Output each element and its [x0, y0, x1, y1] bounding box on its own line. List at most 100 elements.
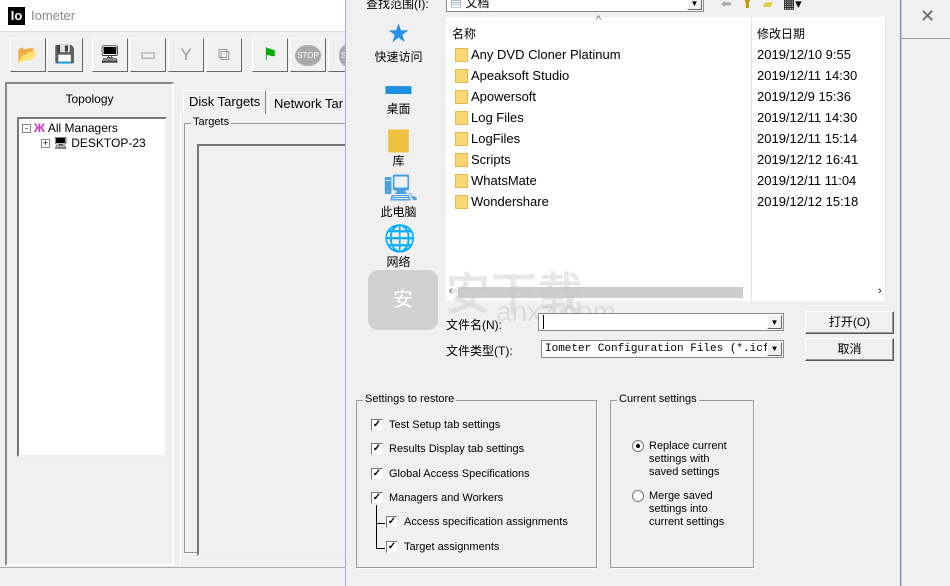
topology-tree[interactable]: - Ж All Managers + 🖥 DESKTOP-23	[17, 117, 167, 457]
checkbox-label: Managers and Workers	[389, 492, 504, 504]
up-folder-icon[interactable]: ⬆	[742, 0, 753, 12]
file-row[interactable]: Apeaksoft Studio 2019/12/11 14:30	[446, 65, 886, 86]
duplicate-worker-button[interactable]: ⧉	[206, 38, 242, 72]
targets-list[interactable]	[197, 144, 357, 556]
file-name: Log Files	[471, 110, 524, 125]
targets-legend: Targets	[191, 116, 232, 128]
file-date: 2019/12/12 16:41	[757, 152, 859, 167]
radio-label: Replace current settings with saved sett…	[649, 440, 727, 478]
document-icon: ▤	[450, 0, 463, 10]
file-name: Scripts	[471, 152, 511, 167]
chevron-down-icon[interactable]: ▼	[687, 0, 702, 10]
file-row[interactable]: Log Files 2019/12/11 14:30	[446, 107, 886, 128]
tree-node-desktop[interactable]: + 🖥 DESKTOP-23	[41, 136, 146, 150]
tree-label: All Managers	[47, 121, 118, 135]
file-date: 2019/12/11 14:30	[757, 68, 858, 83]
radio-icon[interactable]	[632, 490, 644, 502]
file-row[interactable]: WhatsMate 2019/12/11 11:04	[446, 170, 886, 191]
open-button[interactable]: 📂	[10, 38, 46, 72]
collapse-icon[interactable]: -	[22, 123, 31, 133]
nav-item-4[interactable]: 🌐 网络	[356, 225, 441, 270]
checkbox-icon[interactable]: ✓	[371, 443, 383, 455]
filename-label: 文件名(N):	[446, 318, 502, 332]
tree-node-all-managers[interactable]: - Ж All Managers	[22, 121, 118, 135]
new-folder-icon[interactable]: ▰	[763, 0, 773, 12]
filetype-value: Iometer Configuration Files (*.icf)	[545, 343, 777, 355]
look-in-label: 查找范围(I):	[366, 0, 429, 11]
file-name: Any DVD Cloner Platinum	[471, 47, 621, 62]
nav-label: 快速访问	[374, 50, 423, 64]
folder-icon	[455, 48, 468, 62]
look-in-combo[interactable]: ▤ 文档 ▼	[446, 0, 704, 12]
current-settings-radio[interactable]: Merge saved settings into current settin…	[632, 490, 739, 529]
file-name: WhatsMate	[471, 173, 537, 188]
tab-disk-targets[interactable]: Disk Targets	[183, 90, 267, 114]
folder-icon	[455, 69, 468, 83]
view-menu-icon[interactable]: ▦▾	[783, 0, 802, 12]
radio-label: Merge saved settings into current settin…	[649, 490, 725, 528]
save-button[interactable]: 💾	[47, 38, 83, 72]
column-header-name[interactable]: 名称	[452, 25, 476, 42]
checkbox-icon[interactable]: ✓	[371, 492, 383, 504]
expand-icon[interactable]: +	[41, 138, 50, 148]
open-button[interactable]: 打开(O)	[805, 311, 894, 334]
open-file-dialog: 查找范围(I): ▤ 文档 ▼ ⬅ ⬆ ▰ ▦▾ ★ 快速访问 ▬ 桌面 ▆ 库 🖳 此电脑 🌐…	[345, 0, 901, 586]
save-icon: 💾	[54, 45, 76, 64]
current-legend: Current settings	[617, 393, 699, 405]
stop-button[interactable]: STOP	[290, 38, 326, 72]
new-manager-button[interactable]: 🖥	[92, 38, 128, 72]
watermark-logo: 安	[368, 270, 438, 330]
library-icon: ▆	[388, 122, 409, 152]
restore-checkbox[interactable]: ✓ Managers and Workers	[371, 492, 503, 504]
network-icon: 🌐	[383, 223, 416, 253]
folder-icon	[455, 132, 468, 146]
folder-icon	[455, 90, 468, 104]
checkbox-icon[interactable]: ✓	[371, 468, 383, 480]
new-disk-worker-button[interactable]: ▭	[130, 38, 166, 72]
current-settings-radio[interactable]: Replace current settings with saved sett…	[632, 440, 739, 479]
nav-item-2[interactable]: ▆ 库	[356, 124, 441, 169]
toolbar: 📂💾🖥▭Y⧉⚑STOPST	[0, 33, 364, 77]
restore-checkbox[interactable]: ✓ Target assignments	[386, 541, 499, 553]
topology-title: Topology	[65, 92, 114, 106]
computer-icon: 🖥	[53, 136, 69, 150]
file-row[interactable]: LogFiles 2019/12/11 15:14	[446, 128, 886, 149]
checkbox-icon[interactable]: ✓	[386, 541, 398, 553]
filetype-select[interactable]: Iometer Configuration Files (*.icf) ▼	[541, 340, 784, 358]
chevron-down-icon[interactable]: ▼	[767, 315, 782, 329]
column-header-date[interactable]: 修改日期	[757, 25, 805, 42]
nav-item-0[interactable]: ★ 快速访问	[356, 20, 441, 65]
restore-checkbox[interactable]: ✓ Access specification assignments	[386, 516, 568, 528]
new-network-worker-button[interactable]: Y	[168, 38, 204, 72]
scroll-right-icon[interactable]: ›	[878, 285, 882, 297]
look-in-value: 文档	[465, 0, 490, 10]
restore-checkbox[interactable]: ✓ Test Setup tab settings	[371, 419, 500, 431]
file-row[interactable]: Scripts 2019/12/12 16:41	[446, 149, 886, 170]
file-row[interactable]: Apowersoft 2019/12/9 15:36	[446, 86, 886, 107]
nav-item-3[interactable]: 🖳 此电脑	[356, 175, 441, 220]
stop-icon: STOP	[295, 44, 321, 66]
close-icon[interactable]: ✕	[920, 6, 935, 27]
checkbox-icon[interactable]: ✓	[371, 419, 383, 431]
checkbox-icon[interactable]: ✓	[386, 516, 398, 528]
filename-input[interactable]: ▼	[538, 313, 784, 331]
restore-checkbox[interactable]: ✓ Results Display tab settings	[371, 443, 524, 455]
file-row[interactable]: Any DVD Cloner Platinum 2019/12/10 9:55	[446, 44, 886, 65]
open-icon: 📂	[17, 45, 39, 64]
checkbox-label: Global Access Specifications	[389, 468, 530, 480]
checkbox-label: Access specification assignments	[404, 516, 568, 528]
back-icon[interactable]: ⬅	[721, 0, 732, 12]
file-row[interactable]: Wondershare 2019/12/12 15:18	[446, 191, 886, 212]
iometer-logo: Io	[8, 7, 25, 25]
cancel-button[interactable]: 取消	[805, 338, 894, 361]
chevron-down-icon[interactable]: ▼	[767, 342, 782, 356]
filetype-label: 文件类型(T):	[446, 344, 513, 358]
restore-checkbox[interactable]: ✓ Global Access Specifications	[371, 468, 530, 480]
file-date: 2019/12/9 15:36	[757, 89, 851, 104]
start-flag-button[interactable]: ⚑	[252, 38, 288, 72]
file-date: 2019/12/11 15:14	[757, 131, 858, 146]
nav-item-1[interactable]: ▬ 桌面	[356, 72, 441, 117]
file-date: 2019/12/11 11:04	[757, 173, 857, 188]
folder-icon	[455, 153, 468, 167]
radio-icon[interactable]	[632, 440, 644, 452]
